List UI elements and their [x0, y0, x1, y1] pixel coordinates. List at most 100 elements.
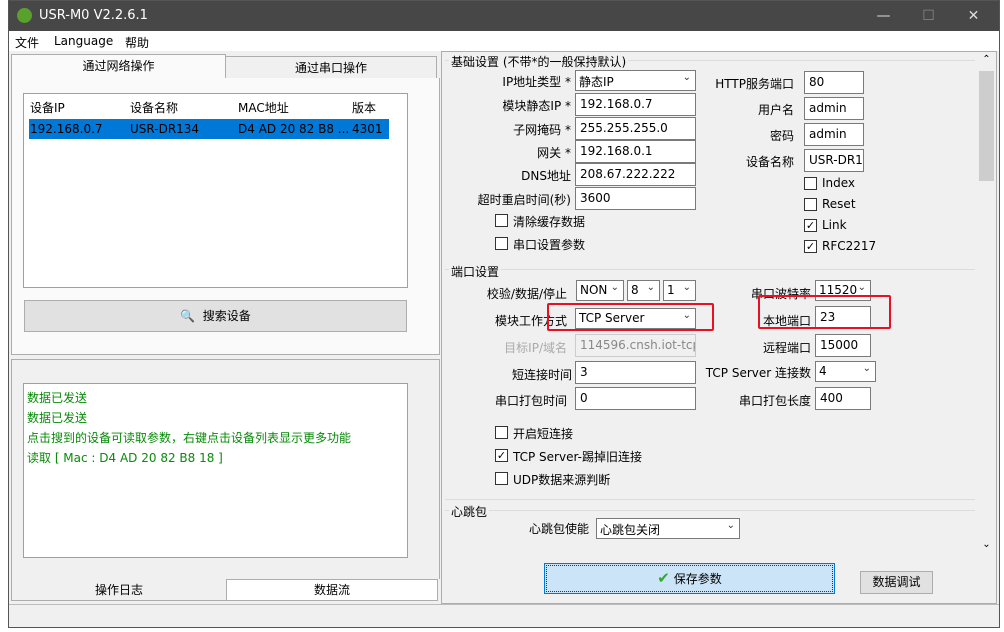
pack-len-input[interactable]: 400: [815, 387, 871, 410]
username-input[interactable]: admin: [804, 97, 864, 120]
cell-version: 4301: [352, 122, 383, 136]
tab-data-stream[interactable]: 数据流: [226, 579, 438, 601]
col-device-name[interactable]: 设备名称: [130, 99, 178, 116]
udp-source-label: UDP数据来源判断: [513, 473, 611, 487]
rfc2217-label: RFC2217: [822, 239, 877, 253]
tab-operation-log[interactable]: 操作日志: [11, 579, 226, 601]
device-name-input[interactable]: USR-DR1: [804, 149, 864, 172]
index-checkbox[interactable]: [804, 177, 817, 190]
remote-port-input[interactable]: 15000: [815, 334, 871, 357]
col-version[interactable]: 版本: [352, 99, 376, 116]
dns-input[interactable]: 208.67.222.222: [575, 163, 696, 186]
app-window: USR-M0 V2.2.6.1 — ☐ ✕ 文件 Language 帮助 通过网…: [8, 0, 1000, 628]
link-label: Link: [822, 218, 847, 232]
device-name-label: 设备名称: [745, 155, 794, 169]
table-row[interactable]: 192.168.0.7 USR-DR134 D4 AD 20 82 B8 ...…: [29, 119, 389, 139]
chevron-down-icon: ⌄: [610, 282, 619, 293]
target-ip-label: 目标IP/域名: [504, 341, 567, 355]
menu-bar: 文件 Language 帮助: [9, 31, 999, 51]
parity-label: 校验/数据/停止: [486, 287, 567, 301]
dns-label: DNS地址: [521, 169, 571, 183]
udp-source-checkbox[interactable]: [495, 472, 508, 485]
ip-type-label: IP地址类型 *: [502, 75, 571, 89]
http-port-input[interactable]: 80: [804, 71, 864, 94]
gateway-label: 网关 *: [537, 146, 571, 160]
reset-checkbox[interactable]: [804, 198, 817, 211]
menu-help[interactable]: 帮助: [125, 34, 149, 51]
tab-network[interactable]: 通过网络操作: [11, 54, 226, 79]
scrollbar[interactable]: ⌃ ⌄: [978, 54, 995, 557]
heartbeat-enable-label: 心跳包使能: [528, 522, 589, 536]
pack-time-input[interactable]: 0: [575, 387, 696, 410]
log-output[interactable]: 数据已发送 数据已发送 点击搜到的设备可读取参数，右键点击设备列表显示更多功能 …: [23, 383, 408, 558]
short-conn-time-input[interactable]: 3: [575, 361, 696, 384]
short-conn-checkbox[interactable]: [495, 426, 508, 439]
link-checkbox[interactable]: ✓: [804, 219, 817, 232]
chevron-down-icon: ⌄: [857, 282, 866, 293]
device-list-header: 设备IP 设备名称 MAC地址 版本: [24, 94, 379, 118]
device-list[interactable]: 设备IP 设备名称 MAC地址 版本 192.168.0.7 USR-DR134…: [23, 93, 408, 288]
serial-params-checkbox[interactable]: [495, 237, 508, 250]
chevron-down-icon: ⌄: [862, 363, 871, 374]
col-device-ip[interactable]: 设备IP: [30, 99, 65, 116]
pack-time-label: 串口打包时间: [494, 394, 567, 408]
parity-select[interactable]: NON ⌄: [576, 280, 624, 301]
heartbeat-enable-value: 心跳包关闭: [600, 523, 661, 537]
minimize-button[interactable]: —: [861, 1, 906, 31]
subnet-input[interactable]: 255.255.255.0: [575, 117, 696, 140]
cell-mac: D4 AD 20 82 B8 ...: [238, 122, 350, 136]
password-label: 密码: [769, 129, 794, 143]
tab-serial[interactable]: 通过串口操作: [225, 56, 437, 79]
scroll-thumb[interactable]: [979, 71, 994, 181]
timeout-label: 超时重启时间(秒): [477, 193, 571, 207]
col-mac[interactable]: MAC地址: [238, 99, 289, 116]
port-settings-legend: 端口设置: [449, 263, 502, 280]
search-devices-button[interactable]: 🔍 搜索设备: [24, 300, 407, 332]
password-input[interactable]: admin: [804, 123, 864, 146]
data-bits-value: 8: [631, 283, 639, 297]
short-conn-label: 开启短连接: [513, 427, 574, 441]
ip-type-value: 静态IP: [579, 75, 614, 89]
log-line: 读取 [ Mac : D4 AD 20 82 B8 18 ]: [27, 451, 223, 465]
scroll-down-icon[interactable]: ⌄: [978, 539, 995, 556]
maximize-button[interactable]: ☐: [906, 1, 951, 31]
username-label: 用户名: [757, 103, 794, 117]
data-bits-select[interactable]: 8 ⌄: [627, 280, 660, 301]
static-ip-label: 模块静态IP *: [502, 99, 571, 113]
scroll-up-icon[interactable]: ⌃: [978, 54, 995, 71]
http-port-label: HTTP服务端口: [715, 77, 794, 91]
clear-cache-checkbox[interactable]: [495, 214, 508, 227]
conn-count-value: 4: [819, 364, 827, 378]
chevron-down-icon: ⌄: [646, 282, 655, 293]
gateway-input[interactable]: 192.168.0.1: [575, 140, 696, 163]
reset-label: Reset: [822, 197, 856, 211]
kick-old-checkbox[interactable]: ✓: [495, 449, 508, 462]
ip-type-select[interactable]: 静态IP ⌄: [575, 70, 696, 91]
chevron-down-icon: ⌄: [682, 282, 691, 293]
menu-language[interactable]: Language: [54, 34, 113, 48]
search-button-label: 搜索设备: [202, 309, 251, 323]
static-ip-input[interactable]: 192.168.0.7: [575, 93, 696, 116]
title-bar[interactable]: USR-M0 V2.2.6.1 — ☐ ✕: [9, 1, 999, 31]
pack-len-label: 串口打包长度: [738, 394, 811, 408]
checkmark-icon: ✔: [657, 569, 670, 587]
basic-settings-legend: 基础设置 (不带*的一般保持默认): [449, 53, 629, 70]
log-line: 点击搜到的设备可读取参数，右键点击设备列表显示更多功能: [27, 431, 352, 445]
remote-port-label: 远程端口: [762, 341, 811, 355]
timeout-input[interactable]: 3600: [575, 187, 696, 210]
index-label: Index: [822, 176, 856, 190]
rfc2217-checkbox[interactable]: ✓: [804, 240, 817, 253]
status-bar: [9, 604, 999, 627]
conn-count-label: TCP Server 连接数: [705, 366, 811, 380]
save-params-button[interactable]: ✔ 保存参数: [544, 563, 835, 594]
close-button[interactable]: ✕: [951, 1, 996, 31]
heartbeat-enable-select[interactable]: 心跳包关闭 ⌄: [596, 518, 740, 539]
conn-count-select[interactable]: 4 ⌄: [815, 361, 876, 382]
menu-file[interactable]: 文件: [15, 34, 39, 51]
search-icon: 🔍: [180, 309, 203, 323]
parity-value: NON: [580, 283, 608, 297]
target-ip-input: 114596.cnsh.iot-tcp.: [575, 334, 696, 357]
data-debug-button[interactable]: 数据调试: [860, 571, 933, 594]
stop-bits-select[interactable]: 1 ⌄: [663, 280, 696, 301]
cell-name: USR-DR134: [130, 122, 200, 136]
